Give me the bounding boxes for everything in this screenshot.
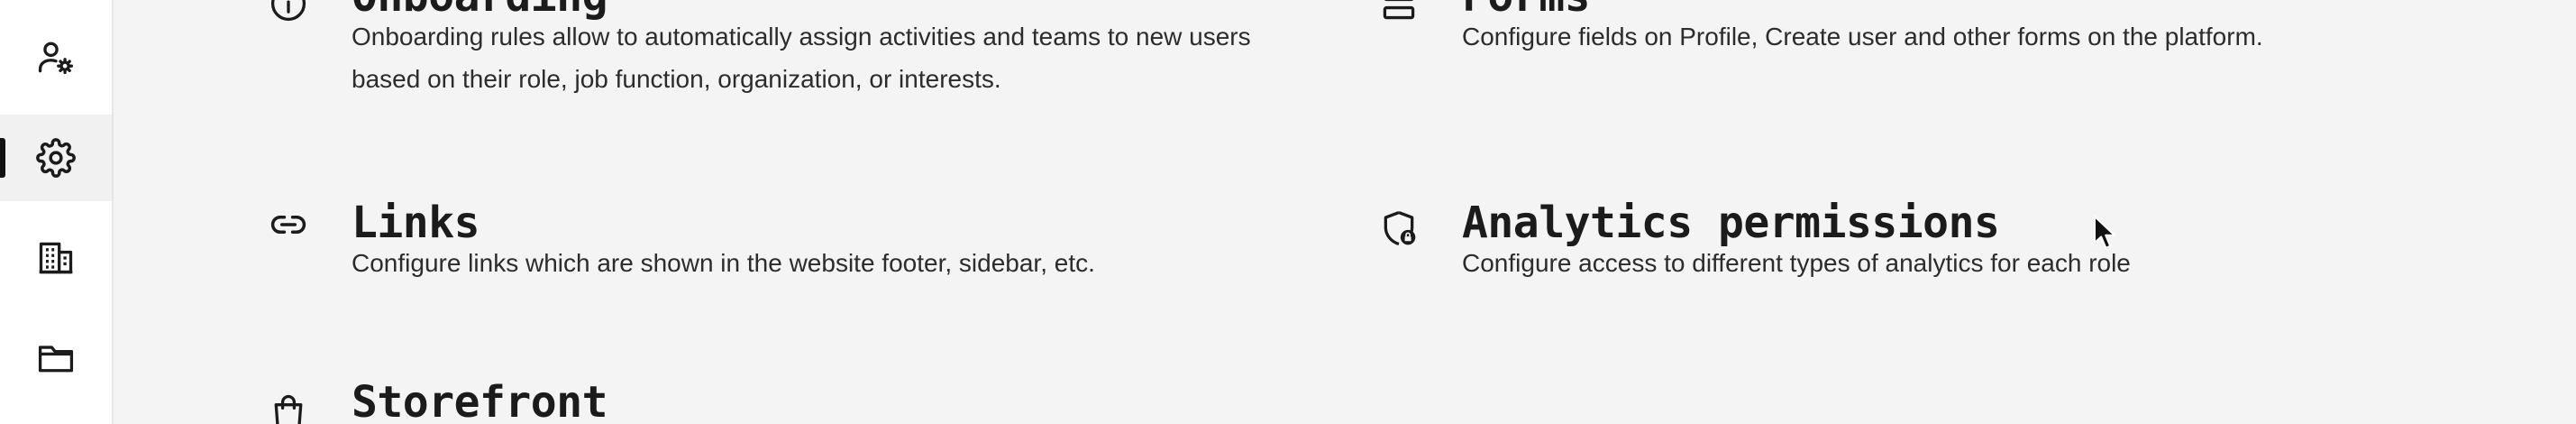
link-icon — [269, 205, 308, 244]
card-title: Storefront — [352, 377, 607, 424]
user-settings-icon — [38, 41, 74, 75]
settings-card-links[interactable]: Links Configure links which are shown in… — [269, 198, 1440, 308]
shopping-bag-icon — [269, 392, 308, 424]
building-icon — [39, 242, 73, 274]
sidebar-item-settings[interactable] — [0, 115, 112, 201]
sidebar-item-files[interactable] — [0, 315, 112, 401]
card-description: Onboarding rules allow to automatically … — [352, 23, 1251, 51]
gear-icon — [36, 138, 76, 178]
sidebar-item-user-settings[interactable] — [0, 14, 112, 101]
settings-card-analytics-permissions[interactable]: Analytics permissions Configure access t… — [1379, 198, 2551, 308]
card-description: Configure fields on Profile, Create user… — [1462, 23, 2263, 51]
settings-card-onboarding[interactable]: Onboarding Onboarding rules allow to aut… — [269, 0, 1440, 131]
form-rows-icon — [1379, 0, 1419, 23]
card-description: Configure links which are shown in the w… — [352, 249, 1095, 277]
settings-card-forms[interactable]: Forms Configure fields on Profile, Creat… — [1379, 0, 2551, 81]
folder-icon — [38, 346, 74, 373]
info-icon — [269, 0, 308, 23]
sidebar — [0, 0, 114, 424]
shield-lock-icon — [1379, 208, 1419, 248]
settings-list: Onboarding Onboarding rules allow to aut… — [114, 0, 2576, 424]
mouse-cursor-icon — [2094, 216, 2115, 249]
sidebar-item-organization[interactable] — [0, 215, 112, 301]
card-description: based on their role, job function, organ… — [352, 65, 1001, 93]
settings-card-storefront[interactable]: Storefront — [269, 377, 1440, 424]
card-description: Configure access to different types of a… — [1462, 249, 2131, 277]
